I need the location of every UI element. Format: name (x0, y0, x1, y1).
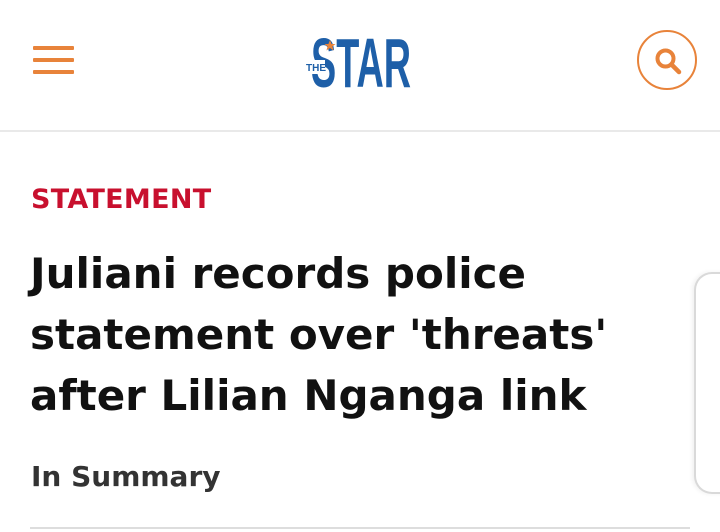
logo-wordmark: STAR (311, 26, 411, 92)
site-header: STAR THE (0, 0, 720, 132)
logo-prefix: THE (306, 63, 326, 74)
article-headline: Juliani records police statement over 't… (30, 243, 680, 426)
search-button[interactable] (637, 30, 697, 90)
side-panel-card[interactable] (694, 272, 720, 494)
search-icon (655, 48, 682, 75)
divider (30, 527, 690, 529)
article-page: STAR THE STATEMENT Juliani records polic… (0, 0, 720, 532)
headline-line: statement over 'threats' (30, 310, 608, 359)
site-logo[interactable]: STAR THE (305, 24, 417, 102)
headline-line: Juliani records police (30, 249, 527, 298)
article-category[interactable]: STATEMENT (31, 184, 211, 215)
summary-heading: In Summary (31, 460, 221, 493)
headline-line: after Lilian Nganga link (30, 371, 587, 420)
hamburger-menu-icon[interactable] (33, 46, 74, 74)
